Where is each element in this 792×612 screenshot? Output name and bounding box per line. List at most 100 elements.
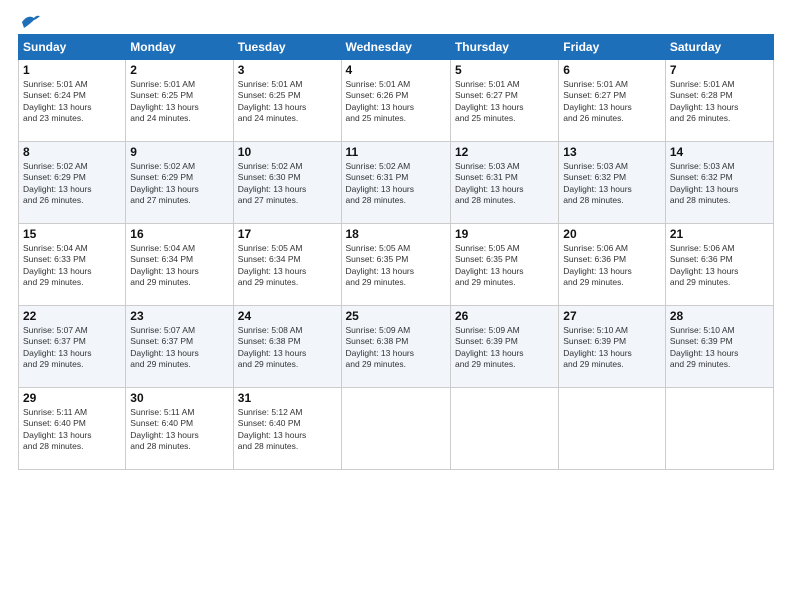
calendar-cell: 31 Sunrise: 5:12 AMSunset: 6:40 PMDaylig… xyxy=(233,388,341,470)
calendar-cell: 17 Sunrise: 5:05 AMSunset: 6:34 PMDaylig… xyxy=(233,224,341,306)
day-info: Sunrise: 5:09 AMSunset: 6:39 PMDaylight:… xyxy=(455,325,554,371)
day-number: 22 xyxy=(23,309,121,323)
weekday-header-tuesday: Tuesday xyxy=(233,35,341,60)
day-info: Sunrise: 5:08 AMSunset: 6:38 PMDaylight:… xyxy=(238,325,337,371)
day-info: Sunrise: 5:05 AMSunset: 6:34 PMDaylight:… xyxy=(238,243,337,289)
day-info: Sunrise: 5:03 AMSunset: 6:32 PMDaylight:… xyxy=(670,161,769,207)
calendar-cell: 28 Sunrise: 5:10 AMSunset: 6:39 PMDaylig… xyxy=(665,306,773,388)
day-number: 7 xyxy=(670,63,769,77)
calendar-cell: 5 Sunrise: 5:01 AMSunset: 6:27 PMDayligh… xyxy=(450,60,558,142)
week-row-4: 22 Sunrise: 5:07 AMSunset: 6:37 PMDaylig… xyxy=(19,306,774,388)
day-number: 27 xyxy=(563,309,661,323)
day-info: Sunrise: 5:11 AMSunset: 6:40 PMDaylight:… xyxy=(130,407,228,453)
day-info: Sunrise: 5:03 AMSunset: 6:31 PMDaylight:… xyxy=(455,161,554,207)
day-number: 5 xyxy=(455,63,554,77)
day-number: 4 xyxy=(346,63,446,77)
day-number: 11 xyxy=(346,145,446,159)
weekday-header-thursday: Thursday xyxy=(450,35,558,60)
day-number: 10 xyxy=(238,145,337,159)
logo xyxy=(18,18,42,28)
day-info: Sunrise: 5:04 AMSunset: 6:34 PMDaylight:… xyxy=(130,243,228,289)
day-info: Sunrise: 5:06 AMSunset: 6:36 PMDaylight:… xyxy=(670,243,769,289)
calendar-cell xyxy=(559,388,666,470)
calendar-cell: 24 Sunrise: 5:08 AMSunset: 6:38 PMDaylig… xyxy=(233,306,341,388)
calendar-cell xyxy=(450,388,558,470)
day-info: Sunrise: 5:04 AMSunset: 6:33 PMDaylight:… xyxy=(23,243,121,289)
day-number: 1 xyxy=(23,63,121,77)
calendar-cell: 30 Sunrise: 5:11 AMSunset: 6:40 PMDaylig… xyxy=(126,388,233,470)
day-info: Sunrise: 5:05 AMSunset: 6:35 PMDaylight:… xyxy=(346,243,446,289)
calendar-cell: 16 Sunrise: 5:04 AMSunset: 6:34 PMDaylig… xyxy=(126,224,233,306)
weekday-header-wednesday: Wednesday xyxy=(341,35,450,60)
header xyxy=(18,18,774,28)
day-number: 2 xyxy=(130,63,228,77)
calendar-cell: 27 Sunrise: 5:10 AMSunset: 6:39 PMDaylig… xyxy=(559,306,666,388)
day-info: Sunrise: 5:10 AMSunset: 6:39 PMDaylight:… xyxy=(670,325,769,371)
day-info: Sunrise: 5:09 AMSunset: 6:38 PMDaylight:… xyxy=(346,325,446,371)
day-info: Sunrise: 5:01 AMSunset: 6:25 PMDaylight:… xyxy=(130,79,228,125)
day-number: 20 xyxy=(563,227,661,241)
day-info: Sunrise: 5:10 AMSunset: 6:39 PMDaylight:… xyxy=(563,325,661,371)
day-info: Sunrise: 5:02 AMSunset: 6:29 PMDaylight:… xyxy=(23,161,121,207)
week-row-5: 29 Sunrise: 5:11 AMSunset: 6:40 PMDaylig… xyxy=(19,388,774,470)
calendar-cell: 9 Sunrise: 5:02 AMSunset: 6:29 PMDayligh… xyxy=(126,142,233,224)
calendar-cell: 13 Sunrise: 5:03 AMSunset: 6:32 PMDaylig… xyxy=(559,142,666,224)
weekday-header-sunday: Sunday xyxy=(19,35,126,60)
day-number: 3 xyxy=(238,63,337,77)
day-number: 15 xyxy=(23,227,121,241)
calendar-cell: 26 Sunrise: 5:09 AMSunset: 6:39 PMDaylig… xyxy=(450,306,558,388)
day-info: Sunrise: 5:07 AMSunset: 6:37 PMDaylight:… xyxy=(130,325,228,371)
day-number: 24 xyxy=(238,309,337,323)
day-info: Sunrise: 5:02 AMSunset: 6:30 PMDaylight:… xyxy=(238,161,337,207)
calendar-table: SundayMondayTuesdayWednesdayThursdayFrid… xyxy=(18,34,774,470)
day-info: Sunrise: 5:01 AMSunset: 6:27 PMDaylight:… xyxy=(455,79,554,125)
calendar-cell: 15 Sunrise: 5:04 AMSunset: 6:33 PMDaylig… xyxy=(19,224,126,306)
calendar-cell: 1 Sunrise: 5:01 AMSunset: 6:24 PMDayligh… xyxy=(19,60,126,142)
day-number: 14 xyxy=(670,145,769,159)
calendar-cell: 8 Sunrise: 5:02 AMSunset: 6:29 PMDayligh… xyxy=(19,142,126,224)
day-number: 9 xyxy=(130,145,228,159)
day-number: 18 xyxy=(346,227,446,241)
calendar-cell: 23 Sunrise: 5:07 AMSunset: 6:37 PMDaylig… xyxy=(126,306,233,388)
week-row-3: 15 Sunrise: 5:04 AMSunset: 6:33 PMDaylig… xyxy=(19,224,774,306)
day-info: Sunrise: 5:11 AMSunset: 6:40 PMDaylight:… xyxy=(23,407,121,453)
calendar-cell: 12 Sunrise: 5:03 AMSunset: 6:31 PMDaylig… xyxy=(450,142,558,224)
day-number: 21 xyxy=(670,227,769,241)
week-row-1: 1 Sunrise: 5:01 AMSunset: 6:24 PMDayligh… xyxy=(19,60,774,142)
day-info: Sunrise: 5:06 AMSunset: 6:36 PMDaylight:… xyxy=(563,243,661,289)
day-number: 29 xyxy=(23,391,121,405)
day-info: Sunrise: 5:05 AMSunset: 6:35 PMDaylight:… xyxy=(455,243,554,289)
day-number: 13 xyxy=(563,145,661,159)
weekday-header-friday: Friday xyxy=(559,35,666,60)
day-number: 26 xyxy=(455,309,554,323)
calendar-cell xyxy=(341,388,450,470)
day-info: Sunrise: 5:01 AMSunset: 6:25 PMDaylight:… xyxy=(238,79,337,125)
day-number: 31 xyxy=(238,391,337,405)
day-number: 17 xyxy=(238,227,337,241)
day-number: 23 xyxy=(130,309,228,323)
calendar-cell: 6 Sunrise: 5:01 AMSunset: 6:27 PMDayligh… xyxy=(559,60,666,142)
day-number: 28 xyxy=(670,309,769,323)
calendar-cell: 18 Sunrise: 5:05 AMSunset: 6:35 PMDaylig… xyxy=(341,224,450,306)
week-row-2: 8 Sunrise: 5:02 AMSunset: 6:29 PMDayligh… xyxy=(19,142,774,224)
day-number: 12 xyxy=(455,145,554,159)
weekday-header-monday: Monday xyxy=(126,35,233,60)
day-info: Sunrise: 5:01 AMSunset: 6:27 PMDaylight:… xyxy=(563,79,661,125)
calendar-cell: 14 Sunrise: 5:03 AMSunset: 6:32 PMDaylig… xyxy=(665,142,773,224)
calendar-cell: 22 Sunrise: 5:07 AMSunset: 6:37 PMDaylig… xyxy=(19,306,126,388)
day-info: Sunrise: 5:03 AMSunset: 6:32 PMDaylight:… xyxy=(563,161,661,207)
day-number: 16 xyxy=(130,227,228,241)
day-info: Sunrise: 5:12 AMSunset: 6:40 PMDaylight:… xyxy=(238,407,337,453)
day-info: Sunrise: 5:01 AMSunset: 6:24 PMDaylight:… xyxy=(23,79,121,125)
day-number: 19 xyxy=(455,227,554,241)
calendar-cell: 2 Sunrise: 5:01 AMSunset: 6:25 PMDayligh… xyxy=(126,60,233,142)
calendar-cell: 21 Sunrise: 5:06 AMSunset: 6:36 PMDaylig… xyxy=(665,224,773,306)
day-number: 30 xyxy=(130,391,228,405)
calendar-cell: 4 Sunrise: 5:01 AMSunset: 6:26 PMDayligh… xyxy=(341,60,450,142)
calendar-cell: 7 Sunrise: 5:01 AMSunset: 6:28 PMDayligh… xyxy=(665,60,773,142)
day-info: Sunrise: 5:01 AMSunset: 6:28 PMDaylight:… xyxy=(670,79,769,125)
day-info: Sunrise: 5:01 AMSunset: 6:26 PMDaylight:… xyxy=(346,79,446,125)
weekday-header-row: SundayMondayTuesdayWednesdayThursdayFrid… xyxy=(19,35,774,60)
day-info: Sunrise: 5:02 AMSunset: 6:29 PMDaylight:… xyxy=(130,161,228,207)
calendar-cell: 11 Sunrise: 5:02 AMSunset: 6:31 PMDaylig… xyxy=(341,142,450,224)
